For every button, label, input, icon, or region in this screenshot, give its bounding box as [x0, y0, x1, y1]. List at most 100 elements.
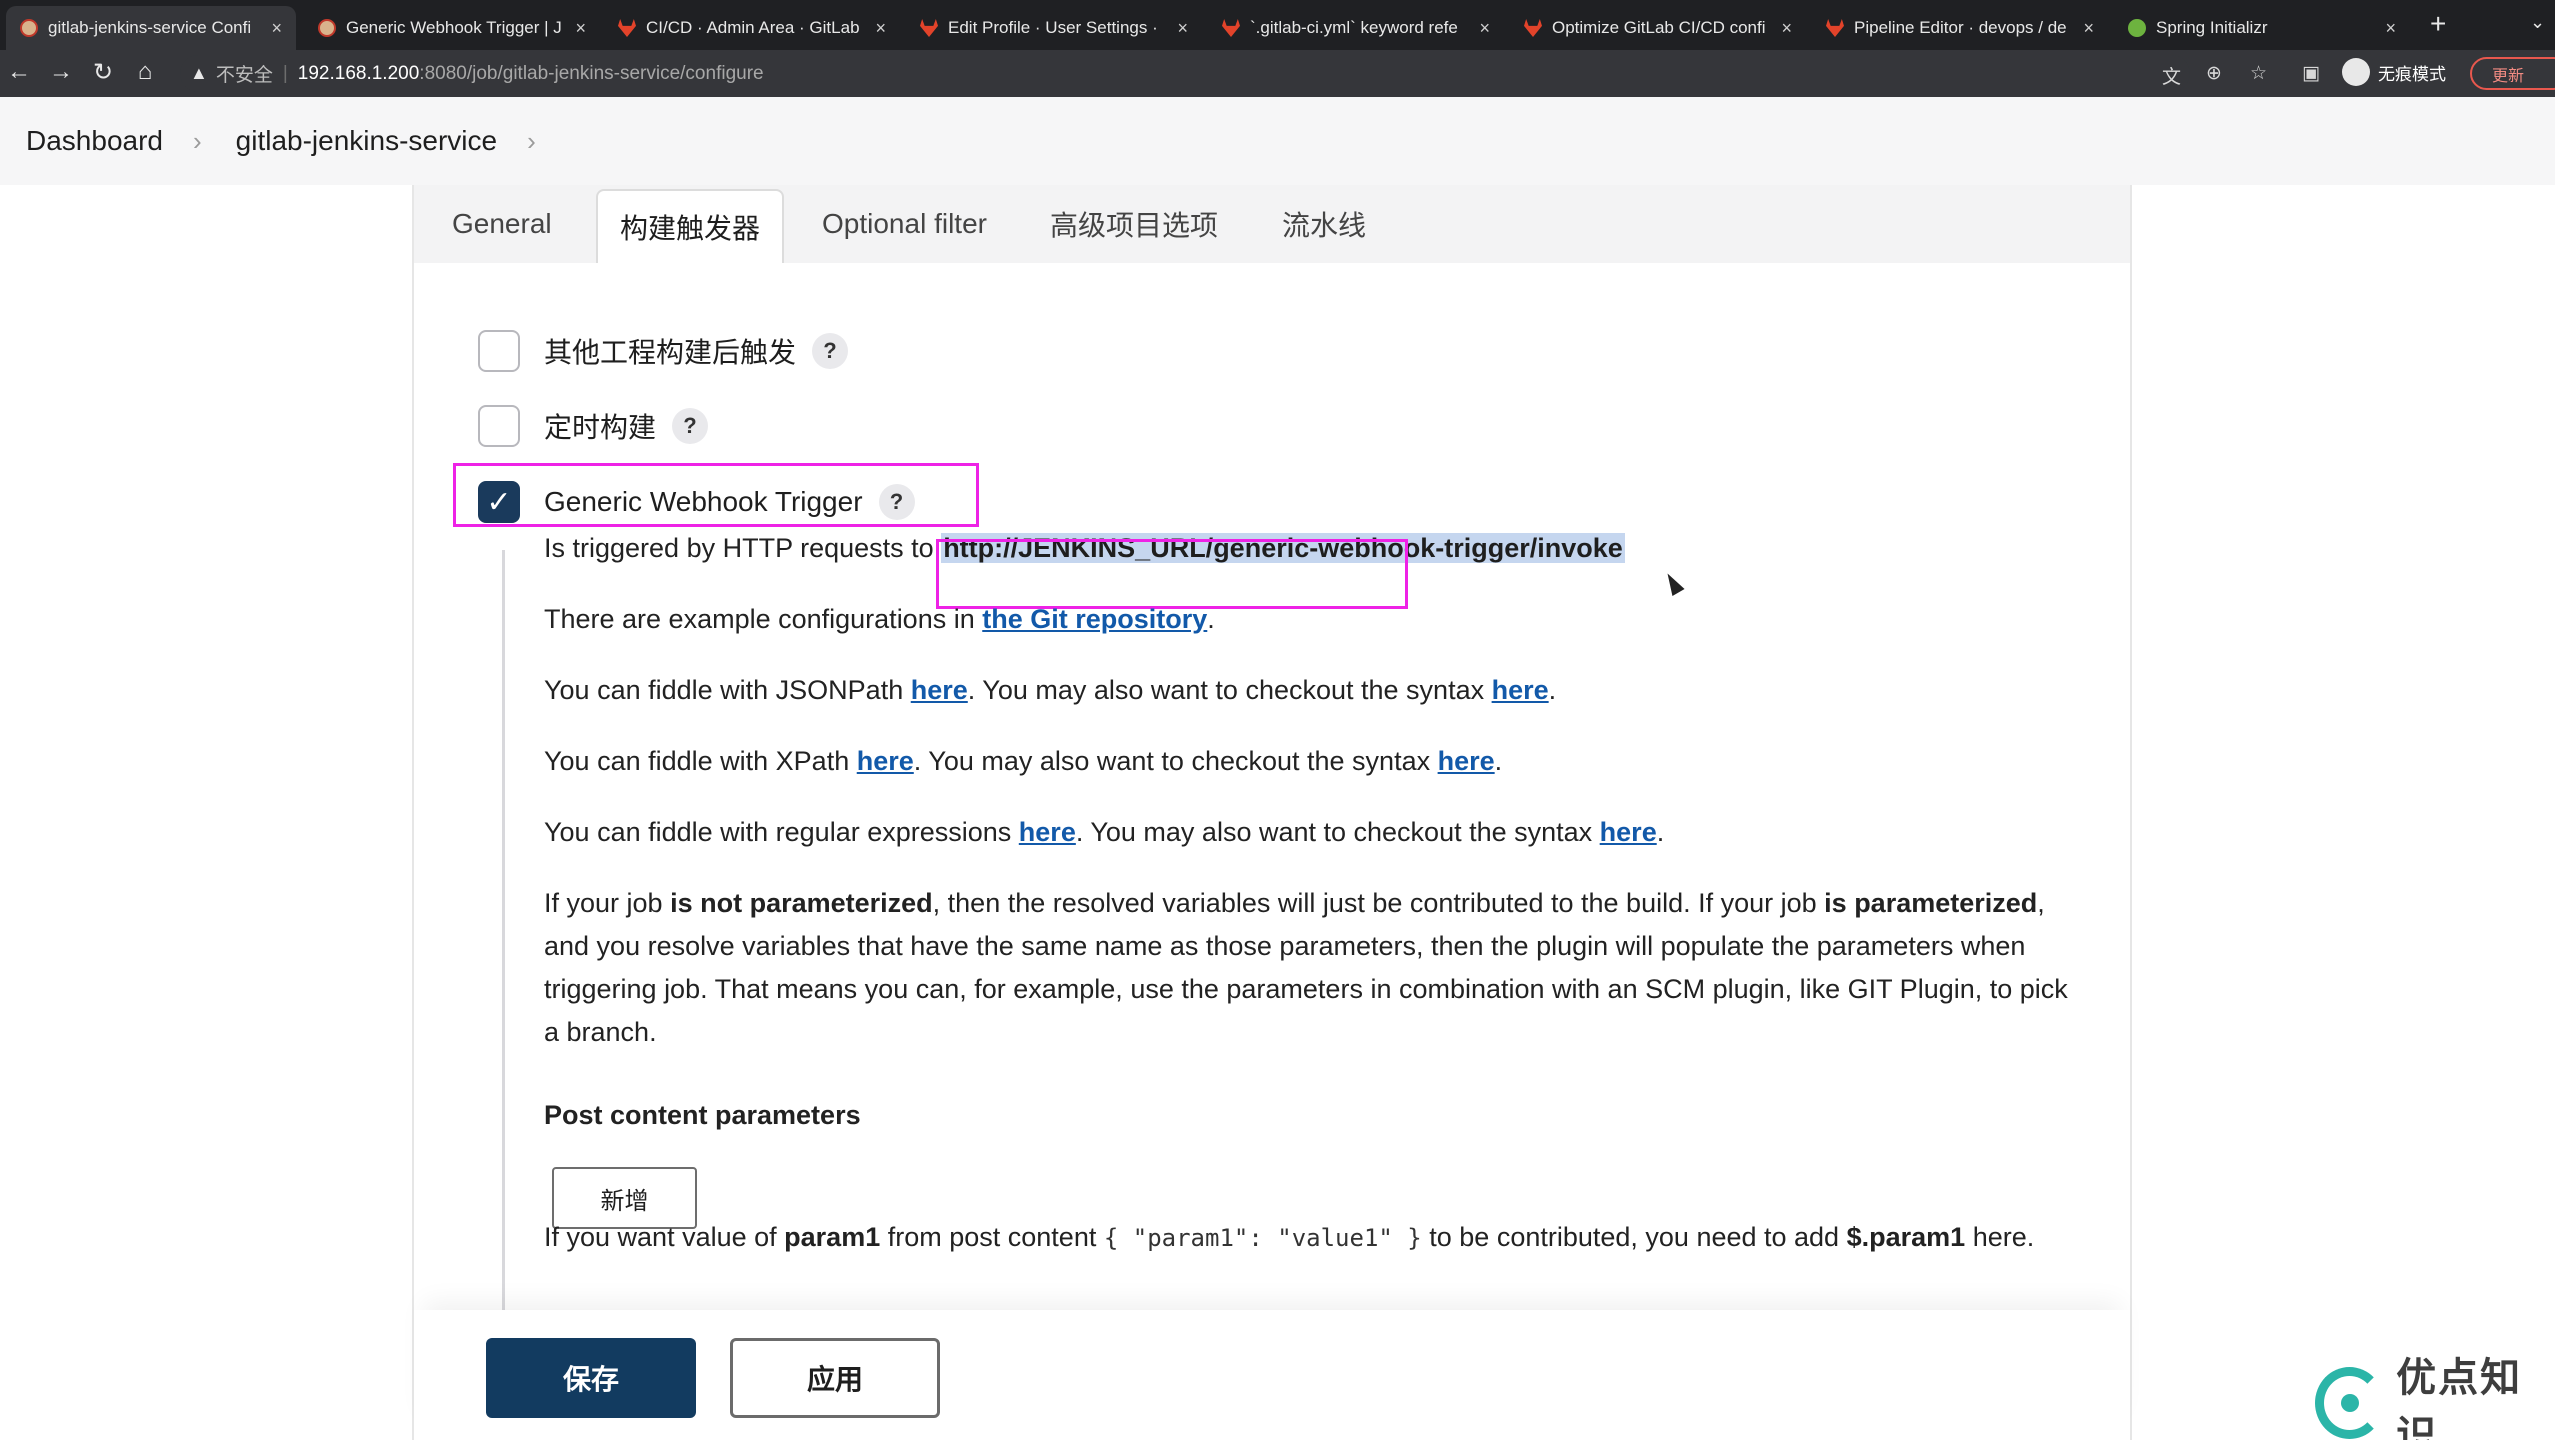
- form-action-bar: 保存 应用: [414, 1310, 2130, 1440]
- close-icon[interactable]: ×: [1177, 18, 1188, 39]
- jenkins-icon: [318, 19, 336, 37]
- config-tab-bar: General 构建触发器 Optional filter 高级项目选项 流水线: [414, 185, 2130, 263]
- tab-pipeline[interactable]: 流水线: [1260, 185, 1388, 263]
- browser-tab-title: Edit Profile · User Settings ·: [948, 18, 1158, 37]
- trigger-label[interactable]: 其他工程构建后触发: [544, 331, 796, 371]
- side-panel-icon[interactable]: ▣: [2302, 62, 2320, 85]
- browser-tab-title: Pipeline Editor · devops / de: [1854, 18, 2067, 37]
- regex-syntax-link[interactable]: here: [1600, 817, 1657, 847]
- close-icon[interactable]: ×: [271, 18, 282, 39]
- browser-tab-title: Optimize GitLab CI/CD confi: [1552, 18, 1766, 37]
- breadcrumb-job[interactable]: gitlab-jenkins-service: [236, 125, 497, 157]
- text-segment: .: [1656, 817, 1665, 847]
- close-icon[interactable]: ×: [1479, 18, 1490, 39]
- text-segment: There are example configurations in: [544, 604, 975, 634]
- text-segment: If you want value of: [544, 1222, 777, 1252]
- close-icon[interactable]: ×: [575, 18, 586, 39]
- tab-build-triggers[interactable]: 构建触发器: [596, 189, 785, 263]
- incognito-label: 无痕模式: [2378, 64, 2446, 84]
- text-segment: , then the resolved variables will just …: [932, 888, 1817, 918]
- text-segment: . You may also want to checkout the synt…: [967, 675, 1485, 705]
- update-button[interactable]: 更新: [2470, 57, 2555, 90]
- code-snippet: { "param1": "value1" }: [1103, 1224, 1422, 1252]
- spring-icon: [2128, 19, 2146, 37]
- gitlab-icon: [1524, 19, 1542, 37]
- zoom-icon[interactable]: ⊕: [2206, 62, 2222, 85]
- home-icon[interactable]: ⌂: [130, 58, 160, 86]
- incognito-indicator[interactable]: 无痕模式: [2342, 58, 2446, 86]
- regex-fiddle-link[interactable]: here: [1019, 817, 1076, 847]
- tab-general[interactable]: General: [430, 185, 574, 263]
- jsonpath-text: You can fiddle with JSONPath here. You m…: [544, 669, 1556, 712]
- new-tab-icon[interactable]: +: [2430, 8, 2446, 40]
- tab-search-icon[interactable]: ⌄: [2530, 12, 2545, 33]
- trigger-label[interactable]: 定时构建: [544, 406, 656, 446]
- browser-tab[interactable]: `.gitlab-ci.yml` keyword refe ×: [1208, 6, 1504, 50]
- trigger-checkbox[interactable]: [478, 405, 520, 447]
- browser-tab[interactable]: Generic Webhook Trigger | J ×: [304, 6, 600, 50]
- reload-icon[interactable]: ↻: [88, 58, 118, 87]
- gitlab-icon: [1826, 19, 1844, 37]
- help-icon[interactable]: ?: [672, 408, 709, 444]
- close-icon[interactable]: ×: [875, 18, 886, 39]
- browser-toolbar: ← → ↻ ⌂ ▲ 不安全 | 192.168.1.200:8080/job/g…: [0, 50, 2555, 97]
- close-icon[interactable]: ×: [2385, 18, 2396, 39]
- apply-button[interactable]: 应用: [730, 1338, 940, 1418]
- warning-icon: ▲: [190, 63, 208, 83]
- browser-tab[interactable]: Pipeline Editor · devops / de ×: [1812, 6, 2108, 50]
- examples-text: There are example configurations in the …: [544, 598, 1215, 641]
- text-segment: You can fiddle with JSONPath: [544, 675, 904, 705]
- browser-tab[interactable]: gitlab-jenkins-service Confi ×: [6, 6, 296, 50]
- git-repository-link[interactable]: the Git repository: [982, 604, 1207, 634]
- annotation-box: [453, 463, 979, 527]
- xpath-syntax-link[interactable]: here: [1438, 746, 1495, 776]
- save-button[interactable]: 保存: [486, 1338, 696, 1418]
- text-segment: is parameterized: [1824, 888, 2038, 918]
- jenkins-icon: [20, 19, 38, 37]
- post-content-hint: If you want value of param1 from post co…: [544, 1213, 2074, 1262]
- logo-icon: [2315, 1367, 2385, 1439]
- back-icon[interactable]: ←: [4, 58, 34, 86]
- text-segment: .: [1494, 746, 1503, 776]
- post-content-heading: Post content parameters: [544, 1100, 861, 1130]
- browser-tab-title: CI/CD · Admin Area · GitLab: [646, 18, 860, 37]
- nested-section-border: [502, 550, 505, 1440]
- tab-optional-filter[interactable]: Optional filter: [800, 185, 1009, 263]
- browser-tab[interactable]: Optimize GitLab CI/CD confi ×: [1510, 6, 1806, 50]
- browser-tab[interactable]: Spring Initializr ×: [2114, 6, 2410, 50]
- close-icon[interactable]: ×: [2083, 18, 2094, 39]
- logo-dot: [2340, 1394, 2359, 1412]
- text-segment: You can fiddle with regular expressions: [544, 817, 1012, 847]
- browser-tab-title: gitlab-jenkins-service Confi: [48, 18, 252, 37]
- gitlab-icon: [1222, 19, 1240, 37]
- help-icon[interactable]: ?: [812, 333, 849, 369]
- trigger-option: 定时构建 ?: [478, 405, 709, 447]
- breadcrumb-dashboard[interactable]: Dashboard: [26, 125, 163, 157]
- text-segment: param1: [784, 1222, 881, 1252]
- jsonpath-syntax-link[interactable]: here: [1492, 675, 1549, 705]
- text-segment: . You may also want to checkout the synt…: [1075, 817, 1593, 847]
- watermark-logo: 优点知识: [2315, 1345, 2555, 1440]
- browser-tab-title: `.gitlab-ci.yml` keyword refe: [1250, 18, 1458, 37]
- bookmark-star-icon[interactable]: ☆: [2250, 62, 2267, 85]
- forward-icon[interactable]: →: [46, 58, 76, 86]
- browser-tab[interactable]: Edit Profile · User Settings · ×: [906, 6, 1202, 50]
- translate-icon[interactable]: 文: [2162, 62, 2181, 89]
- chevron-right-icon[interactable]: ›: [527, 126, 536, 157]
- chevron-right-icon: ›: [192, 125, 202, 156]
- trigger-checkbox[interactable]: [478, 330, 520, 372]
- close-icon[interactable]: ×: [1781, 18, 1792, 39]
- text-segment: here.: [1972, 1222, 2035, 1252]
- parameterized-description: If your job is not parameterized, then t…: [544, 882, 2074, 1054]
- tab-advanced-options[interactable]: 高级项目选项: [1028, 185, 1240, 263]
- text-segment: from post content: [887, 1222, 1097, 1252]
- text-segment: .: [1207, 604, 1215, 634]
- browser-tab-strip: gitlab-jenkins-service Confi × Generic W…: [0, 0, 2555, 50]
- address-bar[interactable]: ▲ 不安全 | 192.168.1.200:8080/job/gitlab-je…: [180, 55, 2190, 92]
- browser-tab[interactable]: CI/CD · Admin Area · GitLab ×: [604, 6, 900, 50]
- xpath-fiddle-link[interactable]: here: [857, 746, 914, 776]
- text-segment: You can fiddle with XPath: [544, 746, 850, 776]
- xpath-text: You can fiddle with XPath here. You may …: [544, 740, 1502, 783]
- jsonpath-fiddle-link[interactable]: here: [911, 675, 968, 705]
- url-path: :8080/job/gitlab-jenkins-service/configu…: [419, 62, 764, 84]
